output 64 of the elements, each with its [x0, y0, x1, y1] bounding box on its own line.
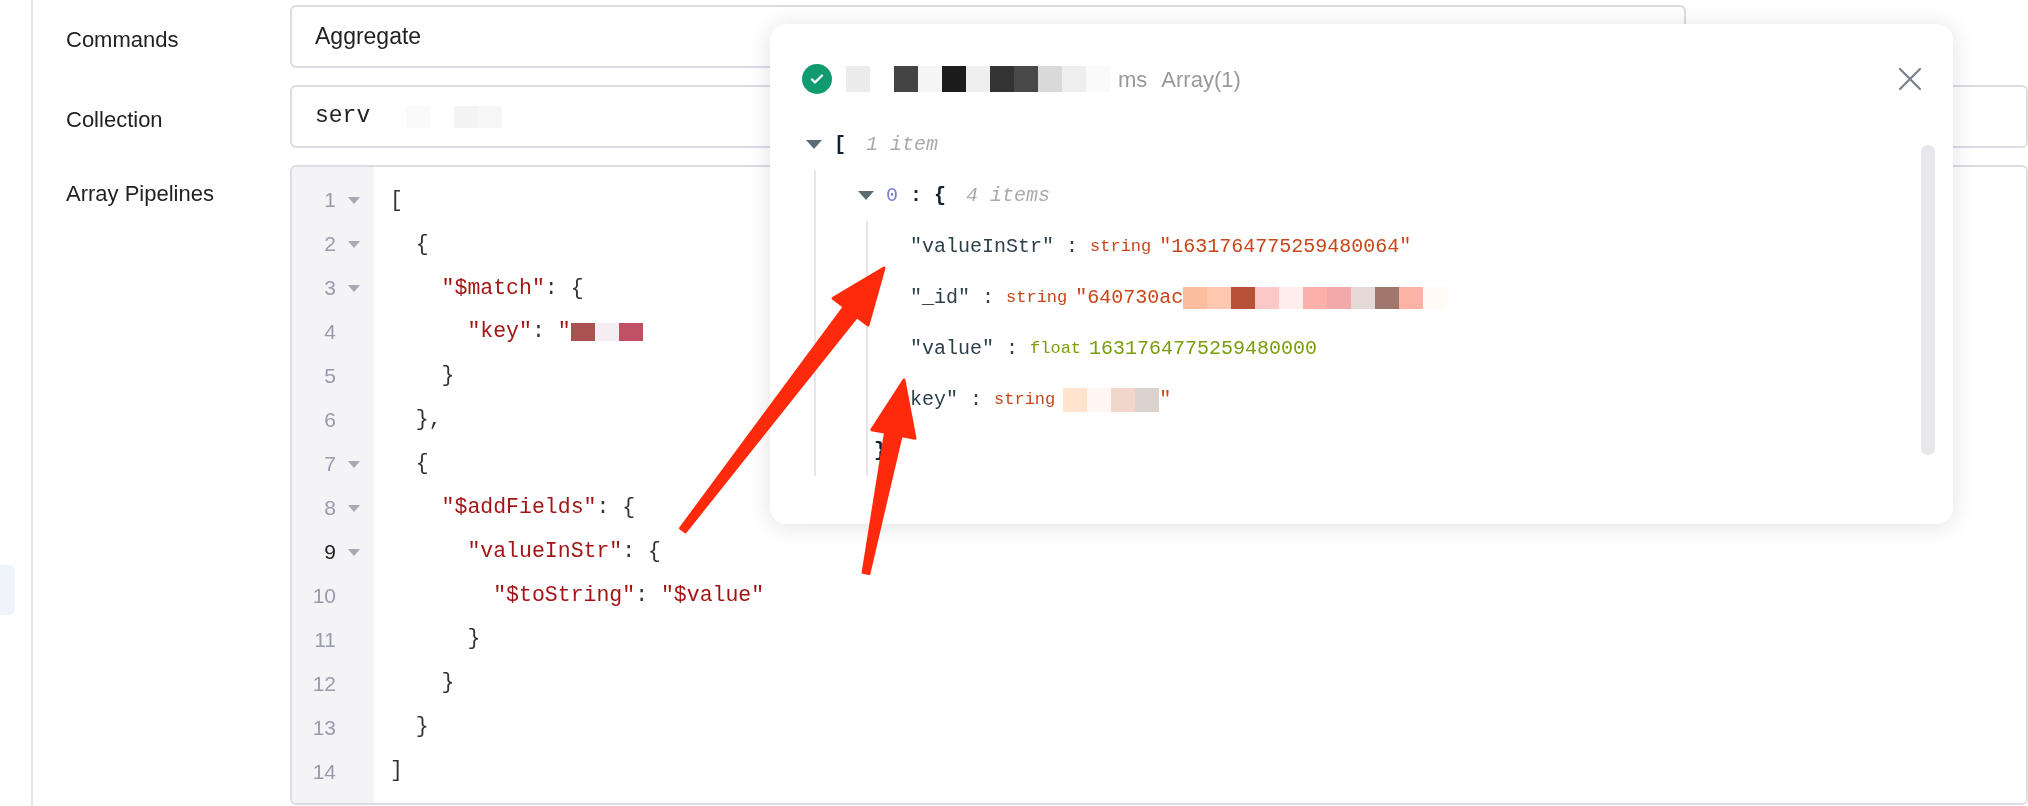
- line-number: 5: [323, 363, 336, 390]
- tree-value: ": [1159, 386, 1172, 413]
- field-label: Commands: [66, 26, 180, 54]
- line-number: 6: [323, 407, 336, 434]
- colon: :: [982, 284, 995, 311]
- code-line: }: [440, 669, 455, 697]
- line-number: 11: [313, 627, 336, 654]
- line-number: 3: [323, 275, 336, 302]
- tree-value: "640730ac: [1075, 284, 1184, 311]
- field-label: Collection: [66, 106, 164, 134]
- fold-icon[interactable]: [348, 240, 360, 248]
- line-number: 4: [323, 319, 336, 346]
- code-line: "valueInStr": {: [466, 537, 661, 565]
- code-line: "$match": {: [440, 274, 584, 302]
- elapsed-time-unit: ms: [1118, 65, 1148, 94]
- expand-toggle-icon[interactable]: [858, 191, 874, 200]
- fold-icon[interactable]: [348, 504, 360, 512]
- fold-icon[interactable]: [348, 548, 360, 556]
- code-line: "$addFields": {: [440, 493, 636, 521]
- colon: :: [910, 182, 923, 209]
- line-number: 2: [323, 231, 336, 258]
- colon: :: [970, 386, 983, 413]
- colon: :: [1066, 233, 1079, 260]
- line-number: 14: [311, 759, 336, 786]
- item-count: 4 items: [966, 182, 1051, 209]
- line-number: 9: [323, 539, 336, 566]
- code-line: }: [414, 713, 429, 741]
- result-summary: Array(1): [1161, 65, 1241, 94]
- tree-key: 0: [886, 180, 898, 211]
- item-count: 1 item: [866, 131, 939, 158]
- code-line: ]: [390, 756, 403, 784]
- code-line: {: [414, 449, 429, 477]
- tree-key: "valueInStr": [910, 231, 1055, 262]
- code-line: "$toString": "$value": [492, 581, 765, 609]
- code-line: [: [390, 186, 403, 214]
- code-line: {: [414, 230, 429, 258]
- code-line: },: [414, 406, 442, 434]
- value-type: string: [1090, 235, 1152, 258]
- value-type: string: [994, 388, 1056, 411]
- code-line: "key": ": [466, 318, 571, 346]
- line-number: 12: [311, 671, 336, 698]
- value-type: string: [1006, 286, 1068, 309]
- tree-value: 1631764775259480000: [1089, 335, 1318, 362]
- expand-toggle-icon[interactable]: [806, 140, 822, 149]
- bracket: [: [834, 131, 846, 158]
- field-label: Array Pipelines: [66, 180, 215, 208]
- line-number: 7: [323, 451, 336, 478]
- line-number: 1: [323, 187, 336, 214]
- code-line: }: [466, 625, 481, 653]
- fold-icon[interactable]: [348, 196, 360, 204]
- fold-icon[interactable]: [348, 460, 360, 468]
- bracket: {: [934, 182, 947, 209]
- colon: :: [1006, 335, 1019, 362]
- value-type: float: [1030, 337, 1082, 360]
- line-number: 13: [311, 715, 336, 742]
- tree-key: "_id": [910, 282, 970, 313]
- tree-key: key": [910, 384, 958, 415]
- success-check-icon: [802, 64, 832, 94]
- fold-icon[interactable]: [348, 284, 360, 292]
- tree-key: "value": [910, 333, 994, 364]
- code-line: }: [440, 362, 455, 390]
- tree-value: "1631764775259480064": [1159, 233, 1412, 260]
- line-number: 8: [323, 495, 336, 522]
- line-number: 10: [311, 583, 336, 610]
